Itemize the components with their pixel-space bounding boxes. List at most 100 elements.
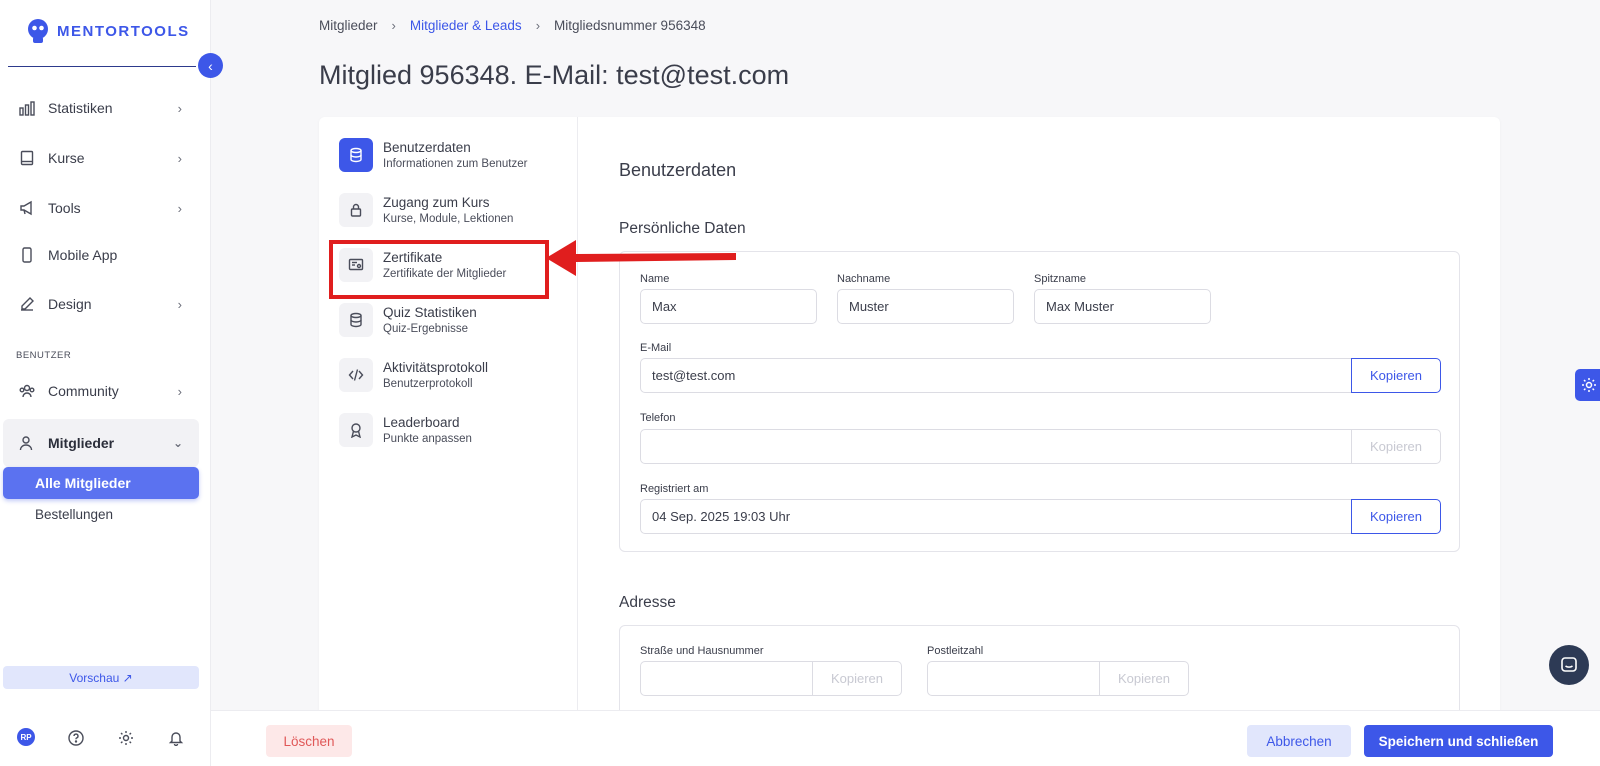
zip-group: Kopieren xyxy=(927,661,1189,696)
street-label: Straße und Hausnummer xyxy=(640,645,764,657)
database-icon xyxy=(339,138,373,172)
name-input[interactable]: Max xyxy=(640,289,817,324)
phone-group: Kopieren xyxy=(640,429,1441,464)
sidebar-collapse-button[interactable]: ‹ xyxy=(198,53,223,78)
robot-logo-icon xyxy=(28,19,48,43)
member-card: Benutzerdaten Informationen zum Benutzer … xyxy=(319,117,1500,745)
megaphone-icon xyxy=(18,199,36,217)
sidebar-item-mitglieder[interactable]: Mitglieder ⌄ xyxy=(3,419,199,467)
tab-leaderboard[interactable]: Leaderboard Punkte anpassen xyxy=(339,408,569,452)
sidebar-item-tools[interactable]: Tools › xyxy=(0,188,200,228)
sidebar-item-label: Design xyxy=(48,296,92,312)
copy-registered-button[interactable]: Kopieren xyxy=(1351,499,1441,534)
delete-button[interactable]: Löschen xyxy=(266,725,352,757)
tab-title: Zugang zum Kurs xyxy=(383,195,490,210)
breadcrumb-current: Mitgliedsnummer 956348 xyxy=(554,18,706,33)
sidebar-subitem-alle-mitglieder[interactable]: Alle Mitglieder xyxy=(3,467,199,499)
tab-zugang-zum-kurs[interactable]: Zugang zum Kurs Kurse, Module, Lektionen xyxy=(339,188,569,232)
avatar[interactable]: RP xyxy=(17,728,35,746)
tab-content: Benutzerdaten Persönliche Daten Name Max… xyxy=(578,117,1500,745)
chevron-right-icon: › xyxy=(177,200,182,216)
cancel-button[interactable]: Abbrechen xyxy=(1247,725,1351,757)
sidebar-subitem-bestellungen[interactable]: Bestellungen xyxy=(35,507,113,522)
copy-zip-button[interactable]: Kopieren xyxy=(1099,661,1189,696)
copy-phone-button[interactable]: Kopieren xyxy=(1351,429,1441,464)
sidebar-item-community[interactable]: Community › xyxy=(0,371,200,411)
chat-widget-button[interactable] xyxy=(1549,645,1589,685)
annotation-arrow-icon xyxy=(546,240,736,276)
logo-divider xyxy=(8,66,196,67)
lastname-input[interactable]: Muster xyxy=(837,289,1014,324)
chevron-right-icon: › xyxy=(177,150,182,166)
registered-label: Registriert am xyxy=(640,483,709,495)
phone-label: Telefon xyxy=(640,412,676,424)
section-label-benutzer: BENUTZER xyxy=(16,350,72,361)
zip-input[interactable] xyxy=(927,661,1099,696)
chevron-left-icon: ‹ xyxy=(208,57,213,74)
breadcrumb-middle[interactable]: Mitglieder & Leads xyxy=(410,18,522,33)
gear-icon[interactable] xyxy=(116,728,136,748)
chat-icon xyxy=(1561,657,1577,672)
help-icon[interactable] xyxy=(66,728,86,748)
email-label: E-Mail xyxy=(640,342,672,354)
section-title-address: Adresse xyxy=(619,594,676,611)
sidebar-item-label: Community xyxy=(48,383,119,399)
zip-label: Postleitzahl xyxy=(927,645,984,657)
tab-list: Benutzerdaten Informationen zum Benutzer … xyxy=(319,117,578,717)
copy-email-button[interactable]: Kopieren xyxy=(1351,358,1441,393)
sidebar-item-label: Tools xyxy=(48,200,81,216)
tab-title: Aktivitätsprotokoll xyxy=(383,360,489,375)
tab-subtitle: Benutzerprotokoll xyxy=(383,378,473,390)
tab-quiz-statistiken[interactable]: Quiz Statistiken Quiz-Ergebnisse xyxy=(339,298,569,342)
street-group: Kopieren xyxy=(640,661,902,696)
sidebar-item-kurse[interactable]: Kurse › xyxy=(0,138,200,178)
street-input[interactable] xyxy=(640,661,812,696)
code-icon xyxy=(339,358,373,392)
sidebar-item-label: Kurse xyxy=(48,150,85,166)
save-and-close-button[interactable]: Speichern und schließen xyxy=(1364,725,1553,757)
chevron-right-icon: › xyxy=(535,18,541,33)
award-icon xyxy=(339,413,373,447)
phone-icon xyxy=(18,246,36,264)
sidebar-item-label: Mobile App xyxy=(48,247,118,263)
database-icon xyxy=(339,303,373,337)
floating-settings-button[interactable] xyxy=(1575,369,1600,401)
pen-icon xyxy=(18,295,36,313)
book-icon xyxy=(18,149,36,167)
chevron-down-icon: ⌄ xyxy=(172,436,183,450)
gear-icon xyxy=(1582,378,1596,392)
breadcrumb-root[interactable]: Mitglieder xyxy=(319,18,378,33)
lock-icon xyxy=(339,193,373,227)
nickname-label: Spitzname xyxy=(1034,273,1086,285)
content-title: Benutzerdaten xyxy=(619,160,737,180)
registered-group: 04 Sep. 2025 19:03 Uhr Kopieren xyxy=(640,499,1441,534)
copy-street-button[interactable]: Kopieren xyxy=(812,661,902,696)
logo[interactable]: MENTORTOOLS xyxy=(25,18,190,44)
email-input[interactable]: test@test.com xyxy=(640,358,1351,393)
brand-name: MENTORTOOLS xyxy=(57,22,190,40)
footer-bar: Löschen Abbrechen Speichern und schließe… xyxy=(211,710,1600,766)
preview-button[interactable]: Vorschau ↗ xyxy=(3,666,199,689)
tab-subtitle: Kurse, Module, Lektionen xyxy=(383,213,514,225)
tab-aktivitaetsprotokoll[interactable]: Aktivitätsprotokoll Benutzerprotokoll xyxy=(339,353,569,397)
registered-input[interactable]: 04 Sep. 2025 19:03 Uhr xyxy=(640,499,1351,534)
sidebar-item-label: Mitglieder xyxy=(48,435,115,451)
chevron-right-icon: › xyxy=(177,100,182,116)
sidebar-item-design[interactable]: Design › xyxy=(0,284,200,324)
tab-subtitle: Punkte anpassen xyxy=(383,433,472,445)
sidebar-item-label: Statistiken xyxy=(48,100,113,116)
sidebar-item-mobile-app[interactable]: Mobile App xyxy=(0,235,200,275)
tab-title: Benutzerdaten xyxy=(383,140,471,155)
sidebar-item-statistiken[interactable]: Statistiken › xyxy=(0,88,200,128)
sidebar: MENTORTOOLS Statistiken › Kurse › Tools … xyxy=(0,0,211,766)
nickname-input[interactable]: Max Muster xyxy=(1034,289,1211,324)
bell-icon[interactable] xyxy=(166,728,186,748)
sidebar-bottom-bar: RP xyxy=(0,728,211,752)
tab-benutzerdaten[interactable]: Benutzerdaten Informationen zum Benutzer xyxy=(339,133,569,177)
user-icon xyxy=(18,434,36,452)
annotation-highlight-box xyxy=(329,240,549,299)
breadcrumb: Mitglieder › Mitglieder & Leads › Mitgli… xyxy=(319,18,706,33)
phone-input[interactable] xyxy=(640,429,1351,464)
email-group: test@test.com Kopieren xyxy=(640,358,1441,393)
users-icon xyxy=(18,382,36,400)
